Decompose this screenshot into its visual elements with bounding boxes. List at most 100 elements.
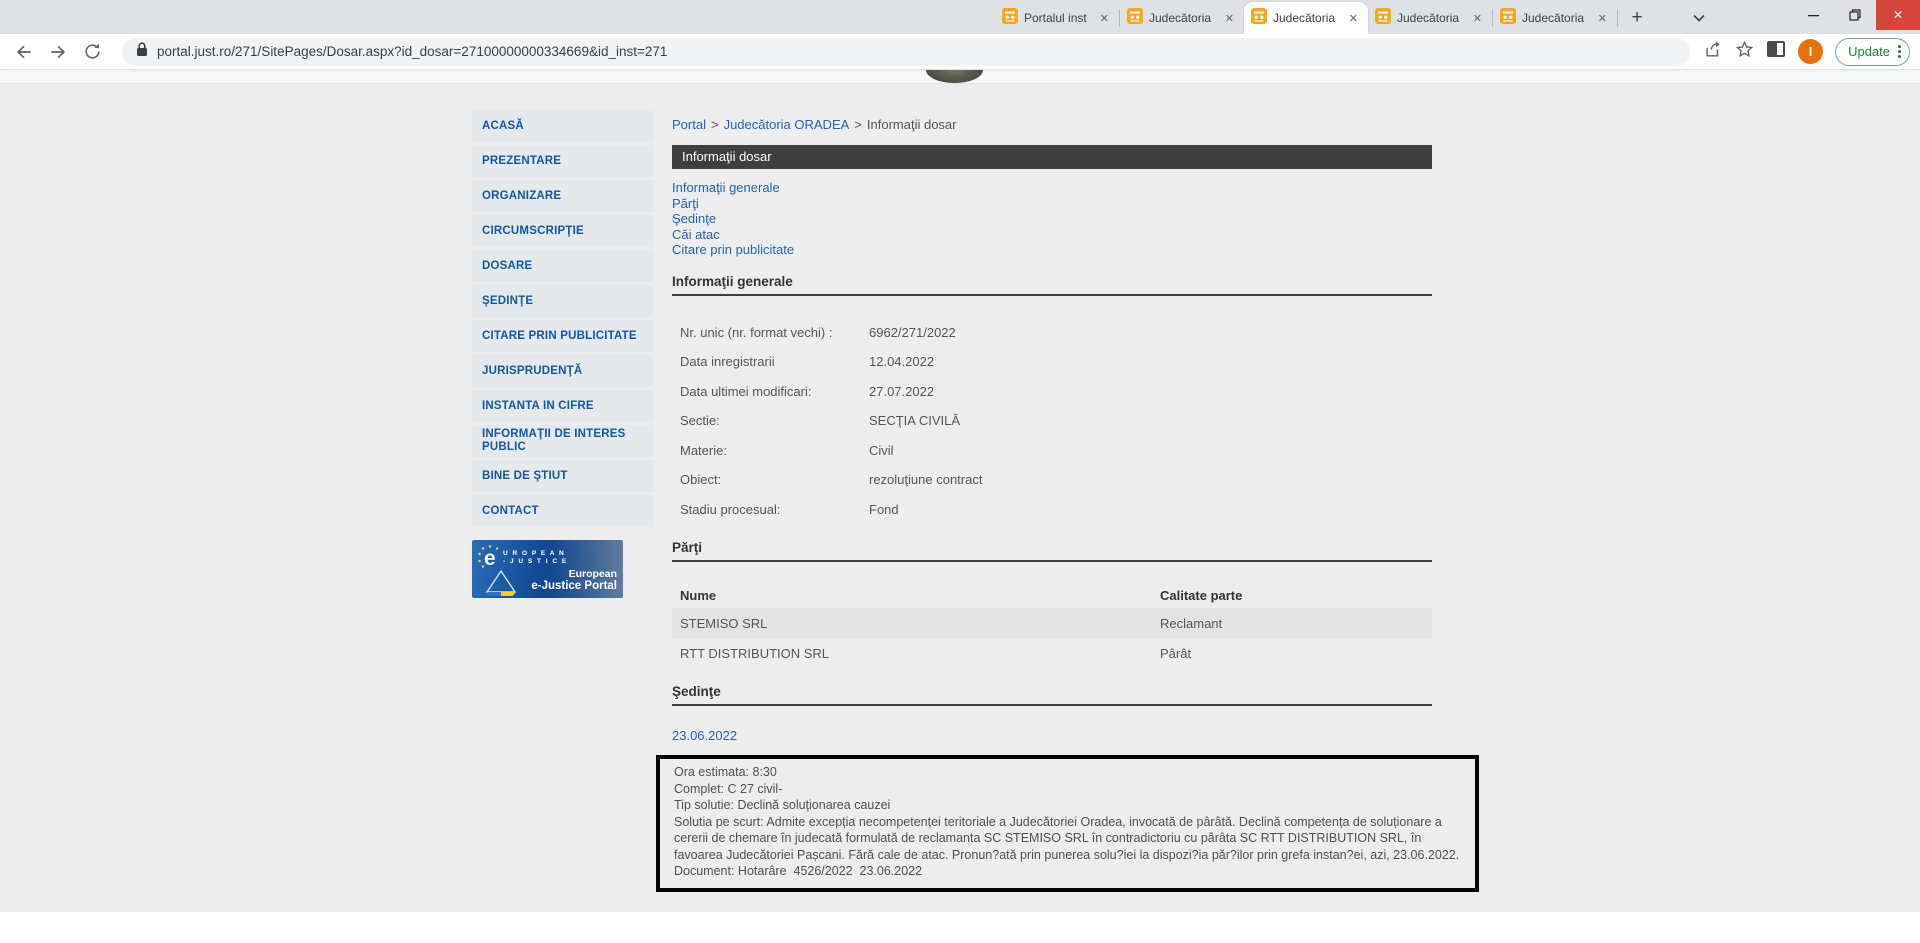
- breadcrumb-current: Informaţii dosar: [867, 117, 957, 132]
- e-justice-banner[interactable]: e U R O P E A N - J U S T I C E European…: [472, 540, 623, 598]
- e-justice-e-glyph: e: [484, 547, 496, 571]
- tab-portal[interactable]: Portalul inst ✕: [995, 2, 1119, 34]
- field-label: Sectie:: [672, 413, 869, 428]
- column-header-nume: Nume: [672, 588, 1152, 603]
- share-icon[interactable]: [1704, 40, 1723, 64]
- tab-judecatoria-1[interactable]: Judecătoria ✕: [1120, 2, 1244, 34]
- session-details-box: Ora estimata: 8:30 Complet: C 27 civil- …: [656, 755, 1479, 892]
- sidebar-item-prezentare[interactable]: PREZENTARE: [472, 145, 653, 177]
- field-row: Sectie:SECŢIA CIVILĂ: [672, 406, 1432, 436]
- table-row: STEMISO SRL Reclamant: [672, 608, 1432, 638]
- portal-favicon: [1500, 8, 1516, 29]
- window-close-button[interactable]: ✕: [1876, 0, 1920, 30]
- sidebar-item-acasa[interactable]: ACASĂ: [472, 110, 653, 142]
- field-value: rezoluţiune contract: [869, 472, 1432, 487]
- portal-favicon: [1375, 8, 1391, 29]
- sidebar-item-label: ŞEDINŢE: [482, 295, 533, 308]
- session-date-link[interactable]: 23.06.2022: [672, 728, 737, 743]
- sidebar-item-label: JURISPRUDENŢĂ: [482, 365, 582, 378]
- nav-link-sedinte[interactable]: Şedinţe: [672, 211, 1432, 227]
- sidebar-item-contact[interactable]: CONTACT: [472, 495, 653, 527]
- nav-link-citare[interactable]: Citare prin publicitate: [672, 242, 1432, 258]
- tab-close-icon[interactable]: ✕: [1595, 11, 1610, 26]
- forward-icon[interactable]: [44, 38, 72, 66]
- breadcrumb-court-link[interactable]: Judecătoria ORADEA: [724, 117, 850, 132]
- field-value: 6962/271/2022: [869, 325, 1432, 340]
- profile-avatar[interactable]: I: [1798, 39, 1823, 64]
- bookmark-star-icon[interactable]: [1735, 40, 1754, 64]
- sidebar-item-citare[interactable]: CITARE PRIN PUBLICITATE: [472, 320, 653, 352]
- breadcrumb-separator: >: [711, 117, 719, 132]
- tab-close-icon[interactable]: ✕: [1222, 11, 1237, 26]
- banner-text-line: e-Justice Portal: [531, 580, 617, 592]
- tab-strip: Portalul inst ✕ Judecătoria ✕ Judecători…: [0, 0, 1920, 34]
- window-restore-button[interactable]: [1834, 0, 1876, 30]
- banner-logo-word: - J U S T I C E: [503, 558, 568, 566]
- portal-favicon: [1127, 8, 1143, 29]
- sidebar-item-organizare[interactable]: ORGANIZARE: [472, 180, 653, 212]
- tab-judecatoria-4[interactable]: Judecătoria ✕: [1493, 2, 1617, 34]
- nav-link-parti[interactable]: Părţi: [672, 196, 1432, 212]
- update-button[interactable]: Update: [1835, 38, 1910, 66]
- sidebar-item-informatii-interes-public[interactable]: INFORMAŢII DE INTERES PUBLIC: [472, 425, 653, 457]
- sidebar-item-circumscriptie[interactable]: CIRCUMSCRIPŢIE: [472, 215, 653, 247]
- field-row: Data ultimei modificari:27.07.2022: [672, 377, 1432, 407]
- tab-separator: [1119, 9, 1120, 27]
- tab-separator: [1617, 9, 1618, 27]
- sidebar-item-jurisprudenta[interactable]: JURISPRUDENŢĂ: [472, 355, 653, 387]
- session-detail-line: Document: Hotarâre 4526/2022 23.06.2022: [674, 863, 1463, 880]
- section-nav: Informaţii generale Părţi Şedinţe Căi at…: [672, 180, 1432, 258]
- tab-search-chevron-icon[interactable]: [1688, 7, 1710, 29]
- field-row: Materie:Civil: [672, 436, 1432, 466]
- field-row: Nr. unic (nr. format vechi) :6962/271/20…: [672, 318, 1432, 348]
- reload-icon[interactable]: [78, 38, 106, 66]
- sidebar-item-bine-de-stiut[interactable]: BINE DE ŞTIUT: [472, 460, 653, 492]
- parties-heading: Părţi: [672, 540, 1432, 562]
- side-panel-icon[interactable]: [1766, 40, 1786, 63]
- tab-judecatoria-active[interactable]: Judecătoria ✕: [1244, 2, 1368, 34]
- new-tab-button[interactable]: +: [1624, 5, 1650, 31]
- party-role: Pârât: [1152, 646, 1432, 661]
- breadcrumb-separator: >: [854, 117, 862, 132]
- tab-judecatoria-3[interactable]: Judecătoria ✕: [1368, 2, 1492, 34]
- sidebar-item-dosare[interactable]: DOSARE: [472, 250, 653, 282]
- session-detail-line: Ora estimata: 8:30: [674, 764, 1463, 781]
- webpage: ACASĂ PREZENTARE ORGANIZARE CIRCUMSCRIPŢ…: [0, 70, 1920, 943]
- breadcrumb: Portal > Judecătoria ORADEA > Informaţii dos…: [672, 117, 1432, 132]
- sidebar-item-label: BINE DE ŞTIUT: [482, 470, 568, 483]
- sidebar-item-instanta-in-cifre[interactable]: INSTANTA IN CIFRE: [472, 390, 653, 422]
- back-icon[interactable]: [10, 38, 38, 66]
- table-header-row: Nume Calitate parte: [672, 582, 1432, 608]
- session-detail-line: Solutia pe scurt: Admite excepția necomp…: [674, 814, 1463, 864]
- window-minimize-button[interactable]: [1792, 0, 1834, 30]
- sidebar-item-label: ORGANIZARE: [482, 190, 561, 203]
- sessions-heading: Şedinţe: [672, 684, 1432, 706]
- tab-close-icon[interactable]: ✕: [1346, 11, 1361, 26]
- nav-link-informatii-generale[interactable]: Informaţii generale: [672, 180, 1432, 196]
- browser-menu-icon[interactable]: [1898, 45, 1901, 58]
- field-label: Obiect:: [672, 472, 869, 487]
- sidebar-item-label: ACASĂ: [482, 120, 524, 133]
- breadcrumb-portal-link[interactable]: Portal: [672, 117, 706, 132]
- tab-close-icon[interactable]: ✕: [1097, 11, 1112, 26]
- nav-link-cai-atac[interactable]: Căi atac: [672, 227, 1432, 243]
- field-row: Stadiu procesual:Fond: [672, 495, 1432, 525]
- parties-table: Nume Calitate parte STEMISO SRL Reclaman…: [672, 582, 1432, 668]
- general-info-fields: Nr. unic (nr. format vechi) :6962/271/20…: [672, 318, 1432, 525]
- sidebar-item-label: PREZENTARE: [482, 155, 561, 168]
- sidebar-item-sedinte[interactable]: ŞEDINŢE: [472, 285, 653, 317]
- field-label: Data ultimei modificari:: [672, 384, 869, 399]
- lock-icon[interactable]: [136, 42, 148, 62]
- tab-close-icon[interactable]: ✕: [1470, 11, 1485, 26]
- sidebar: ACASĂ PREZENTARE ORGANIZARE CIRCUMSCRIPŢ…: [472, 110, 653, 598]
- tab-title: Judecătoria: [1522, 11, 1589, 25]
- main-content: Portal > Judecătoria ORADEA > Informaţii dos…: [672, 70, 1432, 892]
- url-text: portal.just.ro/271/SitePages/Dosar.aspx?…: [157, 44, 667, 59]
- browser-toolbar: portal.just.ro/271/SitePages/Dosar.aspx?…: [0, 34, 1920, 70]
- field-value: SECŢIA CIVILĂ: [869, 413, 1432, 428]
- sidebar-item-label: DOSARE: [482, 260, 532, 273]
- field-value: 12.04.2022: [869, 354, 1432, 369]
- field-label: Nr. unic (nr. format vechi) :: [672, 325, 869, 340]
- url-bar[interactable]: portal.just.ro/271/SitePages/Dosar.aspx?…: [122, 38, 1690, 66]
- field-label: Stadiu procesual:: [672, 502, 869, 517]
